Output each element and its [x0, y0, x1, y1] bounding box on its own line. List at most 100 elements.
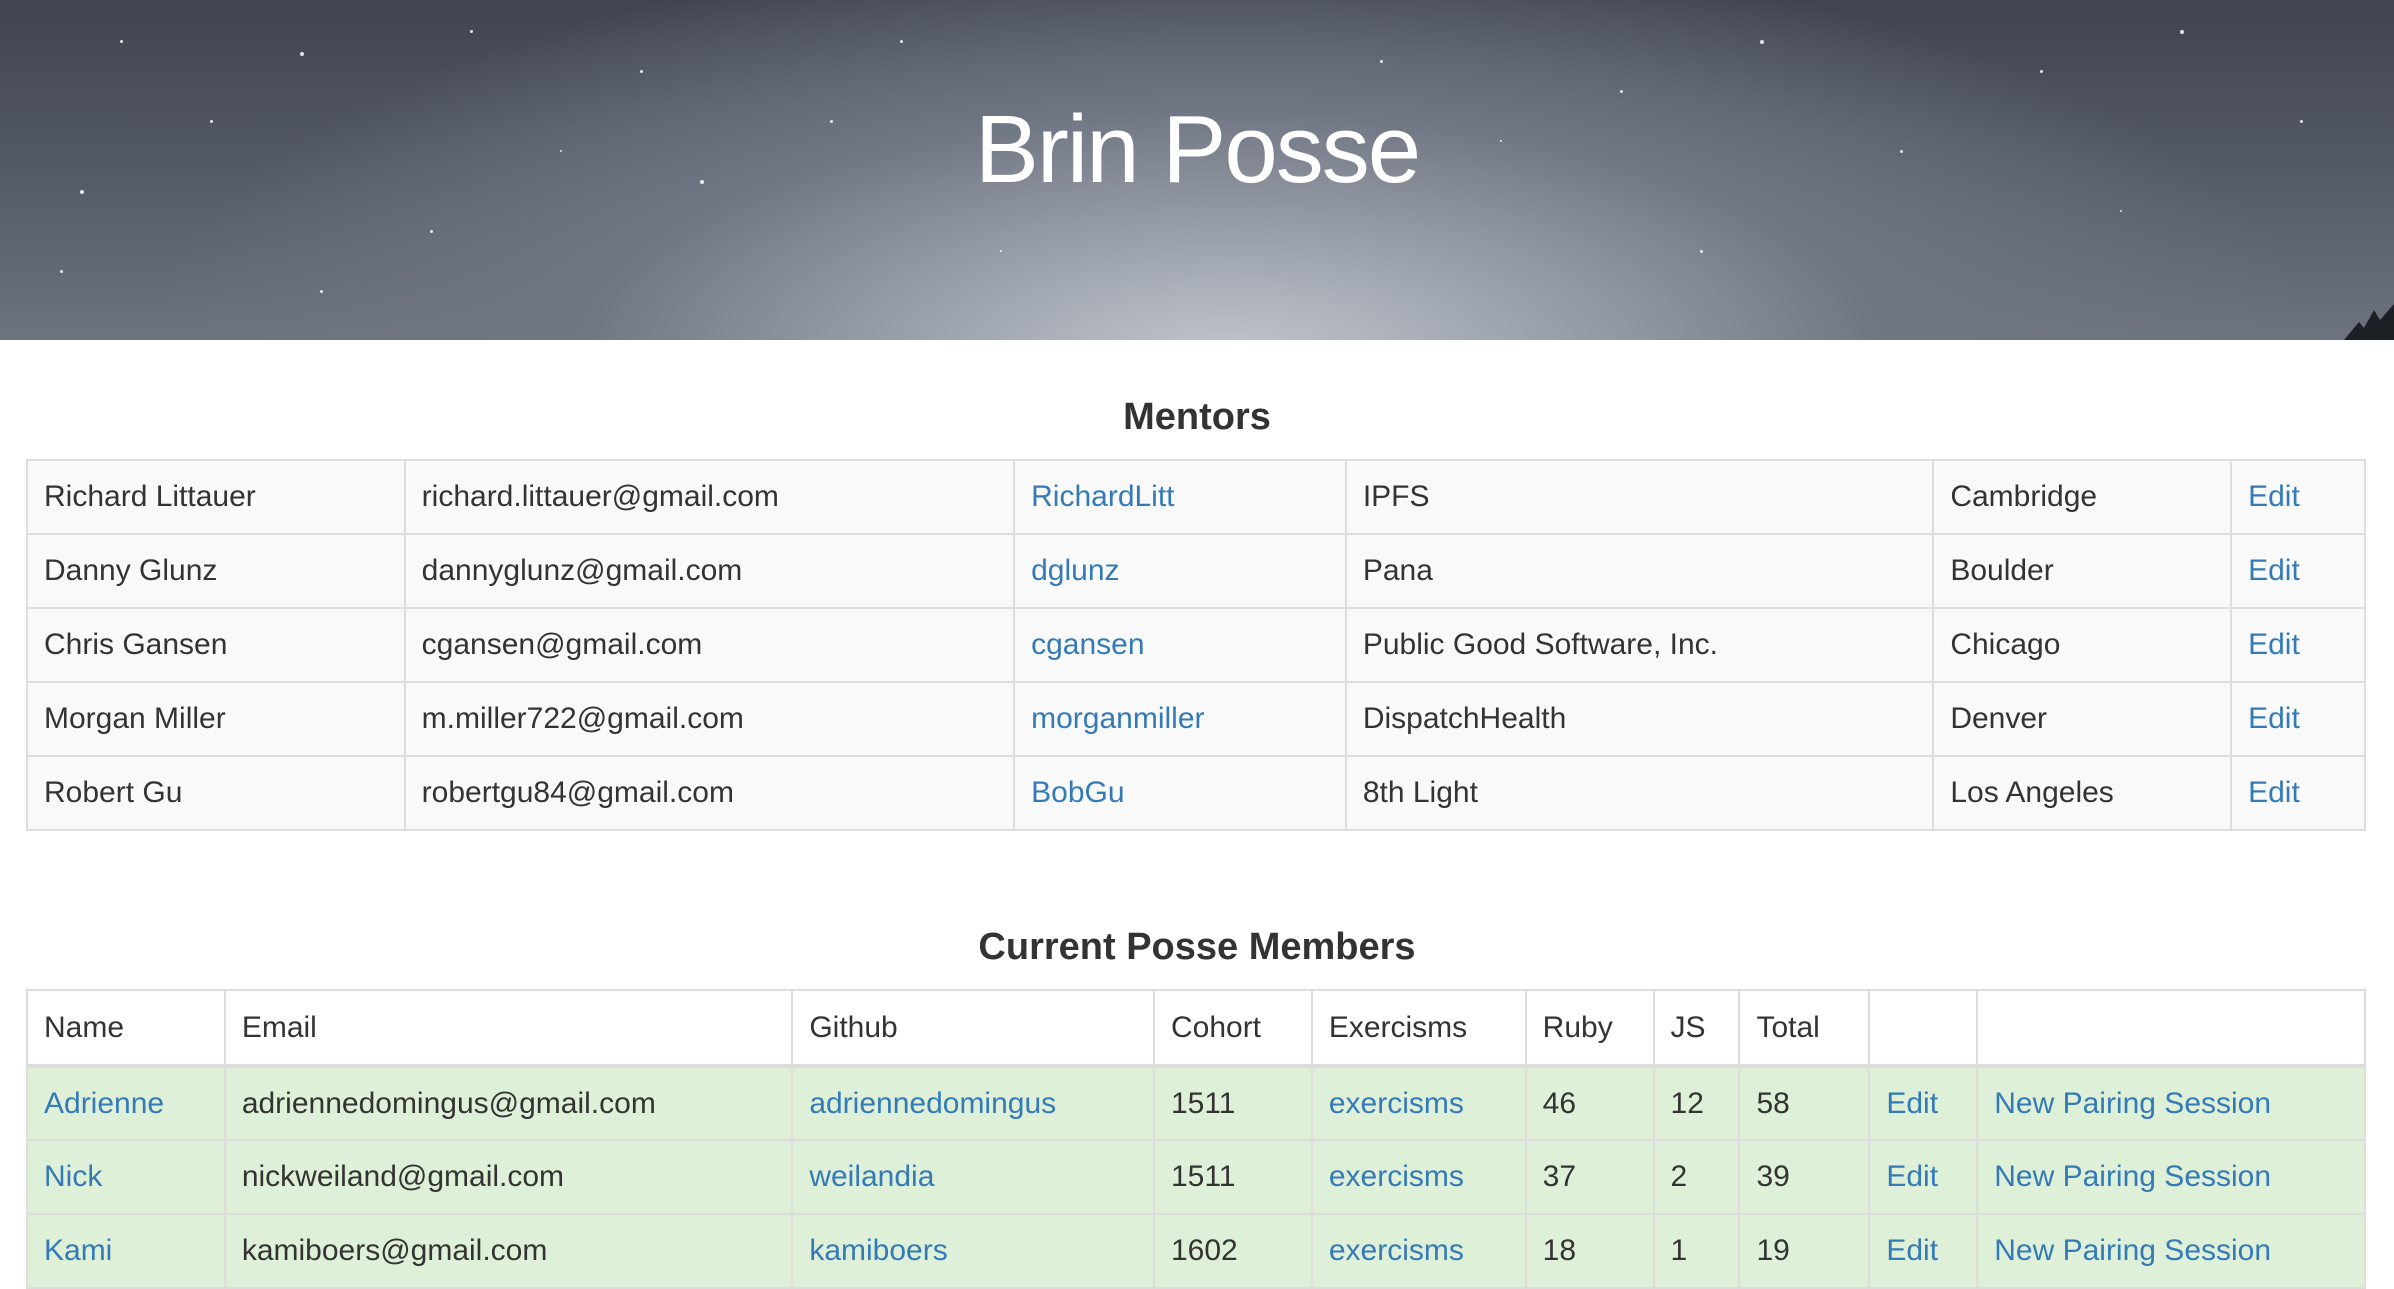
mentor-email: robertgu84@gmail.com [403, 755, 1016, 831]
members-table: Name Email Github Cohort Exercisms Ruby … [26, 989, 2366, 1289]
mentor-name: Richard Littauer [26, 459, 406, 535]
member-exercisms-link[interactable]: exercisms [1329, 1234, 1464, 1267]
column-header-total: Total [1738, 989, 1871, 1068]
mentors-table: Richard Littauer richard.littauer@gmail.… [26, 459, 2366, 831]
mentor-edit-link[interactable]: Edit [2248, 776, 2300, 809]
column-header-js: JS [1652, 989, 1741, 1068]
member-github-cell: adriennedomingus [791, 1065, 1155, 1141]
mentor-row: Chris Gansen cgansen@gmail.com cgansen P… [26, 607, 2366, 683]
mentor-company: Public Good Software, Inc. [1344, 607, 1935, 683]
member-cohort: 1602 [1152, 1213, 1313, 1289]
members-header-row: Name Email Github Cohort Exercisms Ruby … [26, 989, 2366, 1068]
mentor-company: 8th Light [1344, 755, 1935, 831]
mentor-city: Chicago [1932, 607, 2233, 683]
mentor-github-cell: dglunz [1013, 533, 1347, 609]
member-edit-cell: Edit [1868, 1213, 1979, 1289]
member-ruby: 37 [1524, 1139, 1655, 1215]
member-edit-link[interactable]: Edit [1886, 1087, 1938, 1120]
mentor-github-link[interactable]: morganmiller [1031, 702, 1204, 735]
mentor-edit-cell: Edit [2230, 533, 2366, 609]
member-name-cell: Kami [26, 1213, 226, 1289]
column-header-ruby: Ruby [1524, 989, 1655, 1068]
member-pairing-cell: New Pairing Session [1976, 1139, 2366, 1215]
member-github-cell: kamiboers [791, 1213, 1155, 1289]
mentor-github-link[interactable]: BobGu [1031, 776, 1124, 809]
member-name-cell: Adrienne [26, 1065, 226, 1141]
mentor-edit-cell: Edit [2230, 607, 2366, 683]
member-exercisms-cell: exercisms [1310, 1213, 1527, 1289]
mentor-edit-link[interactable]: Edit [2248, 702, 2300, 735]
member-total: 19 [1738, 1213, 1871, 1289]
member-js: 1 [1652, 1213, 1741, 1289]
mentor-github-cell: morganmiller [1013, 681, 1347, 757]
mentor-company: Pana [1344, 533, 1935, 609]
member-edit-cell: Edit [1868, 1065, 1979, 1141]
member-total: 58 [1738, 1065, 1871, 1141]
column-header-github: Github [791, 989, 1155, 1068]
new-pairing-session-link[interactable]: New Pairing Session [1994, 1234, 2271, 1267]
mentor-city: Los Angeles [1932, 755, 2233, 831]
member-email: nickweiland@gmail.com [223, 1139, 794, 1215]
mentors-heading: Mentors [1123, 396, 1271, 438]
member-total: 39 [1738, 1139, 1871, 1215]
mentor-github-link[interactable]: RichardLitt [1031, 480, 1174, 513]
mentor-edit-cell: Edit [2230, 681, 2366, 757]
member-cohort: 1511 [1152, 1065, 1313, 1141]
member-cohort: 1511 [1152, 1139, 1313, 1215]
column-header-edit [1868, 989, 1979, 1068]
member-github-cell: weilandia [791, 1139, 1155, 1215]
mentor-github-link[interactable]: cgansen [1031, 628, 1144, 661]
mentor-edit-link[interactable]: Edit [2248, 628, 2300, 661]
mentor-edit-link[interactable]: Edit [2248, 554, 2300, 587]
member-name-link[interactable]: Adrienne [44, 1087, 164, 1120]
hero-banner: Brin Posse [0, 0, 2394, 340]
member-row: Kami kamiboers@gmail.com kamiboers 1602 … [26, 1213, 2366, 1289]
member-email: kamiboers@gmail.com [223, 1213, 794, 1289]
member-ruby: 18 [1524, 1213, 1655, 1289]
column-header-pairing [1976, 989, 2366, 1068]
member-email: adriennedomingus@gmail.com [223, 1065, 794, 1141]
new-pairing-session-link[interactable]: New Pairing Session [1994, 1087, 2271, 1120]
column-header-email: Email [223, 989, 794, 1068]
mentor-email: cgansen@gmail.com [403, 607, 1016, 683]
member-pairing-cell: New Pairing Session [1976, 1213, 2366, 1289]
mentor-github-link[interactable]: dglunz [1031, 554, 1119, 587]
member-exercisms-link[interactable]: exercisms [1329, 1160, 1464, 1193]
member-exercisms-link[interactable]: exercisms [1329, 1087, 1464, 1120]
member-row: Adrienne adriennedomingus@gmail.com adri… [26, 1065, 2366, 1141]
mentor-name: Danny Glunz [26, 533, 406, 609]
member-name-link[interactable]: Kami [44, 1234, 112, 1267]
member-name-cell: Nick [26, 1139, 226, 1215]
column-header-cohort: Cohort [1152, 989, 1313, 1068]
mentor-row: Danny Glunz dannyglunz@gmail.com dglunz … [26, 533, 2366, 609]
member-edit-link[interactable]: Edit [1886, 1160, 1938, 1193]
column-header-name: Name [26, 989, 226, 1068]
member-edit-link[interactable]: Edit [1886, 1234, 1938, 1267]
mentor-city: Boulder [1932, 533, 2233, 609]
member-github-link[interactable]: adriennedomingus [809, 1087, 1056, 1120]
mentor-edit-cell: Edit [2230, 755, 2366, 831]
mentor-email: richard.littauer@gmail.com [403, 459, 1016, 535]
new-pairing-session-link[interactable]: New Pairing Session [1994, 1160, 2271, 1193]
member-js: 12 [1652, 1065, 1741, 1141]
page-title: Brin Posse [974, 96, 1421, 203]
mentor-email: dannyglunz@gmail.com [403, 533, 1016, 609]
mentor-github-cell: RichardLitt [1013, 459, 1347, 535]
member-exercisms-cell: exercisms [1310, 1065, 1527, 1141]
member-github-link[interactable]: weilandia [809, 1160, 934, 1193]
member-github-link[interactable]: kamiboers [809, 1234, 947, 1267]
tree-silhouette-icon [2344, 304, 2394, 340]
members-heading: Current Posse Members [978, 926, 1416, 968]
mentor-email: m.miller722@gmail.com [403, 681, 1016, 757]
member-ruby: 46 [1524, 1065, 1655, 1141]
member-row: Nick nickweiland@gmail.com weilandia 151… [26, 1139, 2366, 1215]
mentor-github-cell: cgansen [1013, 607, 1347, 683]
mentor-company: IPFS [1344, 459, 1935, 535]
mentor-edit-cell: Edit [2230, 459, 2366, 535]
member-name-link[interactable]: Nick [44, 1160, 102, 1193]
member-exercisms-cell: exercisms [1310, 1139, 1527, 1215]
mentor-name: Robert Gu [26, 755, 406, 831]
mentor-edit-link[interactable]: Edit [2248, 480, 2300, 513]
mentor-row: Richard Littauer richard.littauer@gmail.… [26, 459, 2366, 535]
mentor-name: Morgan Miller [26, 681, 406, 757]
